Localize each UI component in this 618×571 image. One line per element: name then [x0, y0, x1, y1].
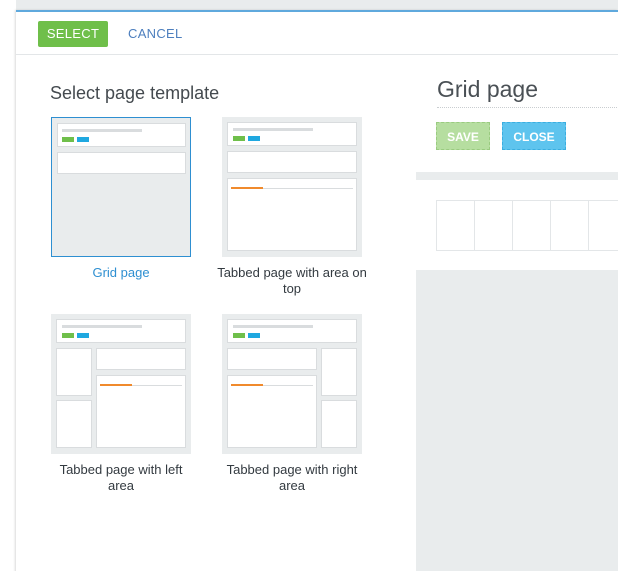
dialog-toolbar: SELECT CANCEL — [16, 12, 618, 55]
template-label-tabbed-right[interactable]: Tabbed page with right area — [217, 462, 367, 494]
preview-save-button: SAVE — [436, 122, 490, 150]
tpl-save-mini — [233, 136, 245, 141]
tpl-header-box — [56, 319, 186, 343]
tpl-close-mini — [248, 333, 260, 338]
tabbed-top-label-text: Tabbed page with area on top — [217, 265, 367, 296]
tpl-title-bar — [233, 128, 313, 131]
tpl-save-mini — [62, 333, 74, 338]
preview-header: Grid page SAVE CLOSE — [416, 62, 618, 172]
tpl-close-mini — [248, 136, 260, 141]
template-tabbed-right[interactable] — [222, 314, 362, 454]
grid-cell — [588, 201, 618, 250]
grid-cell — [474, 201, 512, 250]
template-tabbed-top[interactable] — [222, 117, 362, 257]
left-rail — [0, 0, 16, 571]
tpl-active-tab — [231, 384, 263, 386]
template-picker: Select page template Grid page Tabbed pa… — [16, 55, 409, 571]
tpl-save-mini — [233, 333, 245, 338]
tpl-header-box — [57, 123, 186, 147]
tpl-grid-box — [57, 152, 186, 174]
tpl-title-bar — [233, 325, 313, 328]
template-label-tabbed-left[interactable]: Tabbed page with left area — [46, 462, 196, 494]
tpl-close-mini — [77, 333, 89, 338]
app-root: SELECT CANCEL Select page template Grid … — [0, 0, 618, 571]
template-tabbed-left[interactable] — [51, 314, 191, 454]
tpl-title-bar — [62, 129, 142, 132]
tabbed-right-label-text: Tabbed page with right area — [226, 462, 358, 493]
template-preview: Grid page SAVE CLOSE — [416, 62, 618, 571]
tpl-top-area-box — [227, 348, 317, 370]
tpl-header-box — [227, 319, 357, 343]
select-button[interactable]: SELECT — [38, 21, 108, 47]
picker-title: Select page template — [50, 83, 220, 103]
tpl-right-area-top — [321, 348, 357, 396]
tpl-top-area-box — [227, 151, 357, 173]
template-dialog: SELECT CANCEL Select page template Grid … — [16, 10, 618, 571]
tabbed-left-label-text: Tabbed page with left area — [59, 462, 183, 493]
tpl-active-tab — [231, 187, 263, 189]
grid-cell — [436, 201, 474, 250]
template-grid-page[interactable] — [51, 117, 191, 257]
grid-cell — [512, 201, 550, 250]
tpl-save-mini — [62, 137, 74, 142]
tpl-left-area-bottom — [56, 400, 92, 448]
tpl-top-area-box — [96, 348, 186, 370]
tpl-active-tab — [100, 384, 132, 386]
preview-grid-panel — [416, 180, 618, 270]
grid-cell — [550, 201, 588, 250]
preview-page-title: Grid page — [437, 76, 618, 108]
preview-grid — [436, 200, 618, 251]
cancel-button[interactable]: CANCEL — [128, 21, 183, 47]
tpl-left-area-top — [56, 348, 92, 396]
tpl-header-box — [227, 122, 357, 146]
tpl-close-mini — [77, 137, 89, 142]
template-label-grid-page[interactable]: Grid page — [46, 265, 196, 281]
preview-close-button: CLOSE — [502, 122, 566, 150]
template-label-tabbed-top[interactable]: Tabbed page with area on top — [217, 265, 367, 297]
tpl-title-bar — [62, 325, 142, 328]
tpl-right-area-bottom — [321, 400, 357, 448]
